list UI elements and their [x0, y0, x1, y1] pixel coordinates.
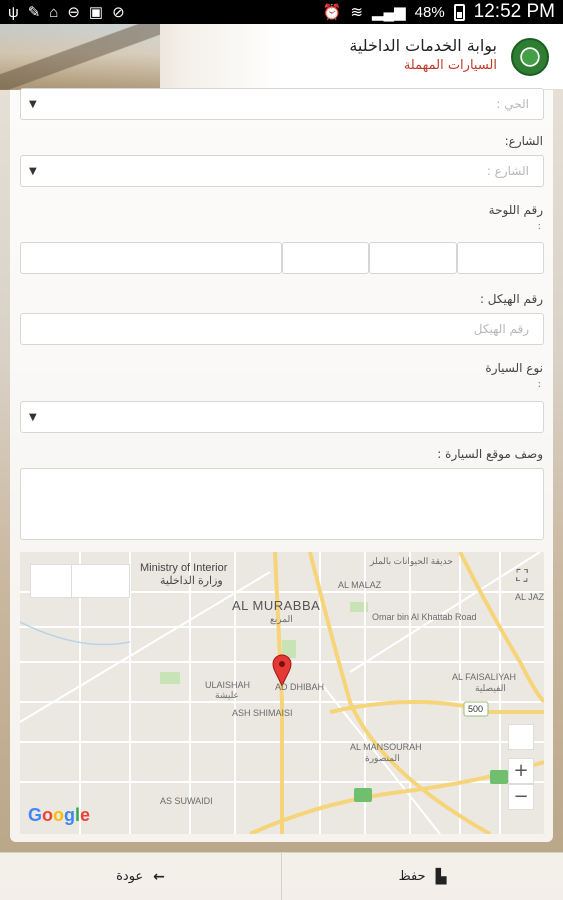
car-type-select[interactable]: ▼: [20, 401, 544, 433]
clock: 12:52 PM: [473, 1, 555, 22]
status-bar-left: ψ ✎ ⌂ ⊖ ▣ ⊘: [8, 5, 125, 20]
street-view-control[interactable]: [508, 724, 534, 750]
route-500-shield: 500: [468, 704, 484, 714]
street-placeholder: الشارع :: [486, 164, 529, 178]
map-type-control[interactable]: [30, 564, 130, 599]
plate-letter-field-1[interactable]: [282, 242, 369, 274]
car-type-label: نوع السيارة: [485, 361, 543, 375]
arrow-left-icon: ←: [153, 868, 165, 885]
bottom-action-bar: عودة ← حفظ ▙: [0, 852, 563, 900]
plate-number-field[interactable]: [20, 242, 282, 274]
map-label-ministry-ar: وزارة الداخلية: [160, 575, 223, 587]
page-subtitle: السيارات المهملة: [403, 58, 497, 73]
map-label-ad-dhibah: AD DHIBAH: [275, 682, 325, 692]
status-bar-right: ⏰ ≋ ▂▄▆ 48% 12:52 PM: [323, 1, 555, 23]
alarm-icon: ⏰: [322, 3, 342, 21]
chevron-down-icon: ▼: [29, 99, 37, 110]
google-logo: Google: [28, 805, 91, 825]
map-label-ministry: Ministry of Interior: [140, 562, 228, 574]
map-label-al-faisaliyah: AL FAISALIYAH: [452, 672, 517, 682]
plate-colon: :: [537, 221, 541, 232]
form-card: ▼ الحي : الشارع: ▼ الشارع : رقم اللوحة :…: [10, 88, 553, 842]
chassis-input[interactable]: رقم الهيكل: [20, 313, 544, 345]
image-icon: ▣: [88, 3, 104, 21]
map-label-ash-shimaisi: ASH SHIMAISI: [232, 708, 293, 718]
battery-percent: 48%: [414, 3, 445, 21]
district-select[interactable]: ▼ الحي :: [20, 88, 544, 120]
street-label: الشارع:: [504, 134, 543, 148]
map-label-as-suwaidi: AS SUWAIDI: [160, 796, 213, 806]
back-label: عودة: [116, 869, 144, 884]
battery-icon: [453, 3, 465, 21]
chassis-label: رقم الهيكل :: [479, 292, 543, 306]
district-placeholder: الحي :: [496, 97, 529, 111]
chevron-down-icon: ▼: [29, 166, 37, 177]
back-button[interactable]: عودة ←: [0, 853, 282, 900]
usb-icon: ψ: [8, 3, 19, 21]
map-label-al-malaz: AL MALAZ: [338, 580, 382, 590]
save-icon: ▙: [435, 868, 447, 885]
block-icon: ⊖: [67, 3, 80, 21]
fullscreen-icon[interactable]: ⛶: [512, 566, 532, 586]
street-select[interactable]: ▼ الشارع :: [20, 155, 544, 187]
app-header: بوابة الخدمات الداخلية السيارات المهملة: [0, 24, 563, 90]
cleaner-icon: ⌂: [49, 3, 59, 21]
location-desc-textarea[interactable]: [20, 468, 544, 540]
save-button[interactable]: حفظ ▙: [282, 853, 563, 900]
signal-icon: ▂▄▆: [371, 3, 406, 21]
map-label-ulaishah: ULAISHAH: [205, 680, 251, 690]
map-label-al-murabba: AL MURABBA: [232, 598, 321, 613]
map-label-khattab: Omar bin Al Khattab Road: [372, 612, 477, 622]
chevron-down-icon: ▼: [29, 412, 37, 423]
chassis-placeholder: رقم الهيكل: [473, 322, 529, 336]
header-road-image: [0, 24, 160, 90]
page-title: بوابة الخدمات الداخلية: [349, 36, 497, 55]
plate-label: رقم اللوحة: [488, 203, 543, 217]
wrench-icon: ✎: [27, 3, 41, 21]
wifi-icon: ≋: [350, 3, 363, 21]
status-bar: ψ ✎ ⌂ ⊖ ▣ ⊘ ⏰ ≋ ▂▄▆ 48% 12:52 PM: [0, 0, 563, 24]
map-label-zoo: حديقة الحيوانات بالملز: [370, 556, 453, 566]
map-label-al-faisaliyah-ar: الفيصلية: [475, 683, 506, 693]
map-label-al-jazi: AL JAZI: [515, 592, 544, 602]
car-type-colon: :: [537, 379, 541, 390]
map-label-ulaishah-ar: عليشة: [215, 690, 239, 700]
no-sim-icon: ⊘: [112, 3, 125, 21]
map-label-al-mansourah: AL MANSOURAH: [350, 742, 422, 752]
save-label: حفظ: [398, 869, 426, 884]
plate-letter-field-2[interactable]: [369, 242, 457, 274]
map-label-al-murabba-ar: المربع: [270, 614, 293, 624]
location-desc-label: وصف موقع السيارة :: [437, 447, 543, 461]
zoom-in-button[interactable]: +: [508, 758, 534, 784]
plate-letter-field-3[interactable]: [457, 242, 544, 274]
emblem-logo: [511, 38, 549, 76]
location-map[interactable]: Ministry of Interior وزارة الداخلية حديق…: [20, 552, 544, 834]
map-label-al-mansourah-ar: المنصورة: [365, 753, 400, 763]
zoom-out-button[interactable]: −: [508, 784, 534, 810]
